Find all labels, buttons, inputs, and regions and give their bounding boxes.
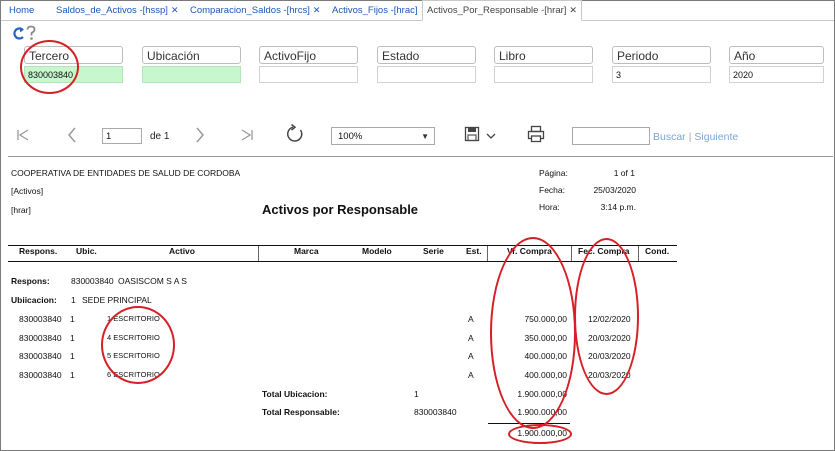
find-controls: Buscar | Siguiente bbox=[653, 131, 738, 143]
tab-label: Comparacion_Saldos -[hrcs] bbox=[190, 5, 310, 16]
close-icon[interactable]: ✕ bbox=[313, 5, 321, 15]
tab-bar: Home Saldos_de_Activos -[hssp] ✕ Comparac… bbox=[1, 0, 834, 21]
cell-ubic: 1 bbox=[70, 370, 75, 380]
filter-label-ubicacion: Ubicación bbox=[142, 46, 241, 64]
tab-label: Home bbox=[9, 5, 35, 16]
find-next-button[interactable]: Siguiente bbox=[694, 131, 738, 143]
close-icon[interactable]: ✕ bbox=[569, 5, 577, 15]
estado-field[interactable] bbox=[377, 66, 476, 83]
tab-label: Saldos_de_Activos -[hssp] bbox=[56, 5, 168, 16]
annotation-circle-tercero bbox=[20, 40, 79, 94]
cell-ubic: 1 bbox=[70, 351, 75, 361]
report-code: [hrar] bbox=[11, 205, 31, 215]
filter-label-estado: Estado bbox=[377, 46, 476, 64]
total-responsable-label: Total Responsable: bbox=[262, 407, 340, 417]
tab-saldos-de-activos[interactable]: Saldos_de_Activos -[hssp] ✕ bbox=[56, 1, 179, 20]
tab-comparacion-saldos[interactable]: Comparacion_Saldos -[hrcs] ✕ bbox=[190, 1, 320, 20]
ubicacion-label: Ubiicacion: bbox=[11, 295, 57, 305]
table-header-bottom-rule bbox=[8, 261, 677, 262]
filter-label-activofijo: ActivoFijo bbox=[259, 46, 358, 64]
cell-est: A bbox=[468, 314, 474, 324]
first-page-icon[interactable] bbox=[16, 128, 30, 142]
meta-label: Hora: bbox=[539, 202, 560, 212]
refresh-report-icon[interactable] bbox=[285, 124, 305, 144]
responsable-name: OASISCOM S A S bbox=[118, 276, 187, 286]
last-page-icon[interactable] bbox=[240, 128, 254, 142]
find-separator: | bbox=[688, 131, 692, 143]
report-title: Activos por Responsable bbox=[262, 202, 419, 217]
cell-est: A bbox=[468, 370, 474, 380]
meta-value: 3:14 p.m. bbox=[600, 202, 636, 212]
meta-value: 1 of 1 bbox=[613, 168, 635, 178]
column-header-ubic: Ubic. bbox=[76, 246, 97, 256]
meta-label: Fecha: bbox=[539, 185, 565, 195]
save-dropdown-chevron-icon[interactable] bbox=[486, 133, 496, 140]
cell-respons: 830003840 bbox=[19, 333, 62, 343]
total-ubicacion-ref: 1 bbox=[414, 389, 419, 399]
meta-value: 25/03/2020 bbox=[593, 185, 636, 195]
activofijo-field[interactable] bbox=[259, 66, 358, 83]
filter-label-periodo: Periodo bbox=[612, 46, 711, 64]
column-separator bbox=[258, 246, 259, 261]
find-button[interactable]: Buscar bbox=[653, 131, 686, 143]
next-page-icon[interactable] bbox=[194, 127, 206, 143]
total-ubicacion-label: Total Ubicacion: bbox=[262, 389, 328, 399]
column-header-marca: Marca bbox=[294, 246, 319, 256]
annotation-circle-activo bbox=[101, 306, 175, 384]
cell-est: A bbox=[468, 333, 474, 343]
cell-respons: 830003840 bbox=[19, 351, 62, 361]
column-separator bbox=[571, 246, 572, 261]
cell-respons: 830003840 bbox=[19, 314, 62, 324]
page-of-label: de 1 bbox=[150, 131, 170, 142]
total-responsable-ref: 830003840 bbox=[414, 407, 457, 417]
anio-field[interactable]: 2020 bbox=[729, 66, 824, 83]
libro-field[interactable] bbox=[494, 66, 593, 83]
cell-est: A bbox=[468, 351, 474, 361]
meta-label: Página: bbox=[539, 168, 568, 178]
column-separator bbox=[638, 246, 639, 261]
responsable-code: 830003840 bbox=[71, 276, 114, 286]
responsable-label: Respons: bbox=[11, 276, 50, 286]
column-header-activo: Activo bbox=[169, 246, 195, 256]
column-header-respons: Respons. bbox=[19, 246, 58, 256]
report-module: [Activos] bbox=[11, 186, 44, 196]
annotation-circle-grand-total bbox=[508, 424, 572, 444]
column-header-serie: Serie bbox=[423, 246, 444, 256]
ubicacion-name: SEDE PRINCIPAL bbox=[82, 295, 152, 305]
tab-label: Activos_Por_Responsable -[hrar] bbox=[427, 5, 567, 16]
chevron-down-icon: ▼ bbox=[421, 132, 429, 141]
cell-ubic: 1 bbox=[70, 333, 75, 343]
print-icon[interactable] bbox=[527, 125, 545, 143]
save-icon[interactable] bbox=[464, 126, 480, 142]
tab-activos-fijos[interactable]: Activos_Fijos -[hrac]✕ bbox=[332, 1, 428, 20]
filter-label-libro: Libro bbox=[494, 46, 593, 64]
annotation-circle-vr-compra bbox=[490, 237, 576, 429]
toolbar-divider bbox=[8, 156, 833, 157]
cell-respons: 830003840 bbox=[19, 370, 62, 380]
cell-ubic: 1 bbox=[70, 314, 75, 324]
ubicacion-field[interactable] bbox=[142, 66, 241, 83]
ubicacion-code: 1 bbox=[71, 295, 76, 305]
filter-label-anio: Año bbox=[729, 46, 824, 64]
annotation-circle-fec-compra bbox=[574, 238, 639, 395]
zoom-select[interactable]: 100% ▼ bbox=[331, 127, 435, 145]
page-number-input[interactable]: 1 bbox=[102, 128, 142, 144]
tab-home[interactable]: Home bbox=[9, 1, 34, 20]
company-name: COOPERATIVA DE ENTIDADES DE SALUD DE COR… bbox=[11, 168, 241, 178]
column-separator bbox=[487, 246, 488, 261]
search-input[interactable] bbox=[572, 127, 650, 145]
close-icon[interactable]: ✕ bbox=[171, 5, 179, 15]
table-header-top-rule bbox=[8, 245, 677, 246]
column-header-cond: Cond. bbox=[645, 246, 670, 256]
tab-label: Activos_Fijos -[hrac] bbox=[332, 5, 418, 16]
column-header-est: Est. bbox=[466, 246, 482, 256]
periodo-field[interactable]: 3 bbox=[612, 66, 711, 83]
zoom-value: 100% bbox=[338, 131, 363, 142]
refresh-help-icon[interactable] bbox=[12, 25, 38, 43]
prev-page-icon[interactable] bbox=[66, 127, 78, 143]
column-header-modelo: Modelo bbox=[362, 246, 392, 256]
tab-activos-por-responsable[interactable]: Activos_Por_Responsable -[hrar] ✕ bbox=[422, 0, 582, 21]
